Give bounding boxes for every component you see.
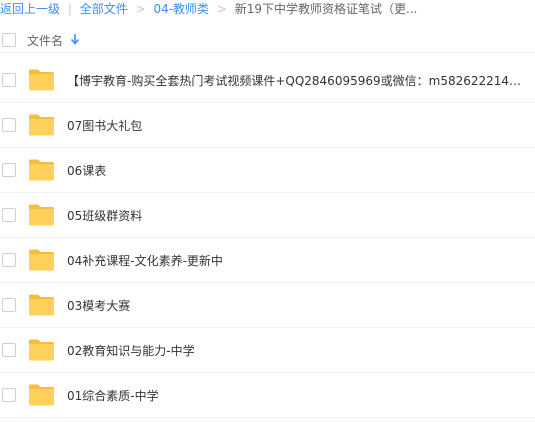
list-item[interactable]: 05班级群资料	[0, 193, 535, 238]
row-checkbox[interactable]	[2, 388, 16, 402]
back-link[interactable]: 返回上一级	[0, 2, 60, 16]
folder-icon	[29, 114, 54, 136]
breadcrumb-current: 新19下中学教师资格证笔试（更...	[234, 2, 418, 16]
breadcrumb: 返回上一级 | 全部文件 > 04-教师类 > 新19下中学教师资格证笔试（更.…	[0, 0, 535, 22]
breadcrumb-separator: |	[67, 2, 72, 16]
list-item[interactable]: 03模考大赛	[0, 283, 535, 328]
folder-icon	[29, 339, 54, 361]
file-name[interactable]: 04补充课程-文化素养-更新中	[67, 252, 522, 269]
list-item[interactable]: 07图书大礼包	[0, 103, 535, 148]
row-checkbox[interactable]	[2, 73, 16, 87]
file-name[interactable]: 07图书大礼包	[67, 117, 522, 134]
breadcrumb-all-files[interactable]: 全部文件	[80, 2, 128, 16]
row-checkbox[interactable]	[2, 208, 16, 222]
row-checkbox[interactable]	[2, 163, 16, 177]
row-checkbox[interactable]	[2, 253, 16, 267]
column-header-filename[interactable]: 文件名	[27, 32, 63, 49]
list-header: 文件名	[0, 28, 535, 53]
breadcrumb-arrow: >	[135, 2, 146, 16]
file-name[interactable]: 01综合素质-中学	[67, 387, 522, 404]
sort-down-icon[interactable]	[70, 33, 80, 45]
folder-icon	[29, 384, 54, 406]
folder-icon	[29, 294, 54, 316]
list-item[interactable]: 01综合素质-中学	[0, 373, 535, 418]
list-item[interactable]: 02教育知识与能力-中学	[0, 328, 535, 373]
file-name[interactable]: 06课表	[67, 162, 522, 179]
list-item[interactable]: 【博宇教育-购买全套热门考试视频课件+QQ2846095969或微信：m5826…	[0, 58, 535, 103]
folder-icon	[29, 69, 54, 91]
folder-icon	[29, 249, 54, 271]
breadcrumb-category[interactable]: 04-教师类	[153, 2, 209, 16]
list-item[interactable]: 04补充课程-文化素养-更新中	[0, 238, 535, 283]
row-checkbox[interactable]	[2, 298, 16, 312]
file-name[interactable]: 03模考大赛	[67, 297, 522, 314]
file-name[interactable]: 05班级群资料	[67, 207, 522, 224]
row-checkbox[interactable]	[2, 343, 16, 357]
folder-icon	[29, 204, 54, 226]
breadcrumb-arrow: >	[216, 2, 227, 16]
folder-icon	[29, 159, 54, 181]
file-name[interactable]: 【博宇教育-购买全套热门考试视频课件+QQ2846095969或微信：m5826…	[67, 72, 522, 89]
select-all-checkbox[interactable]	[2, 33, 16, 47]
row-checkbox[interactable]	[2, 118, 16, 132]
file-name[interactable]: 02教育知识与能力-中学	[67, 342, 522, 359]
list-item[interactable]: 06课表	[0, 148, 535, 193]
